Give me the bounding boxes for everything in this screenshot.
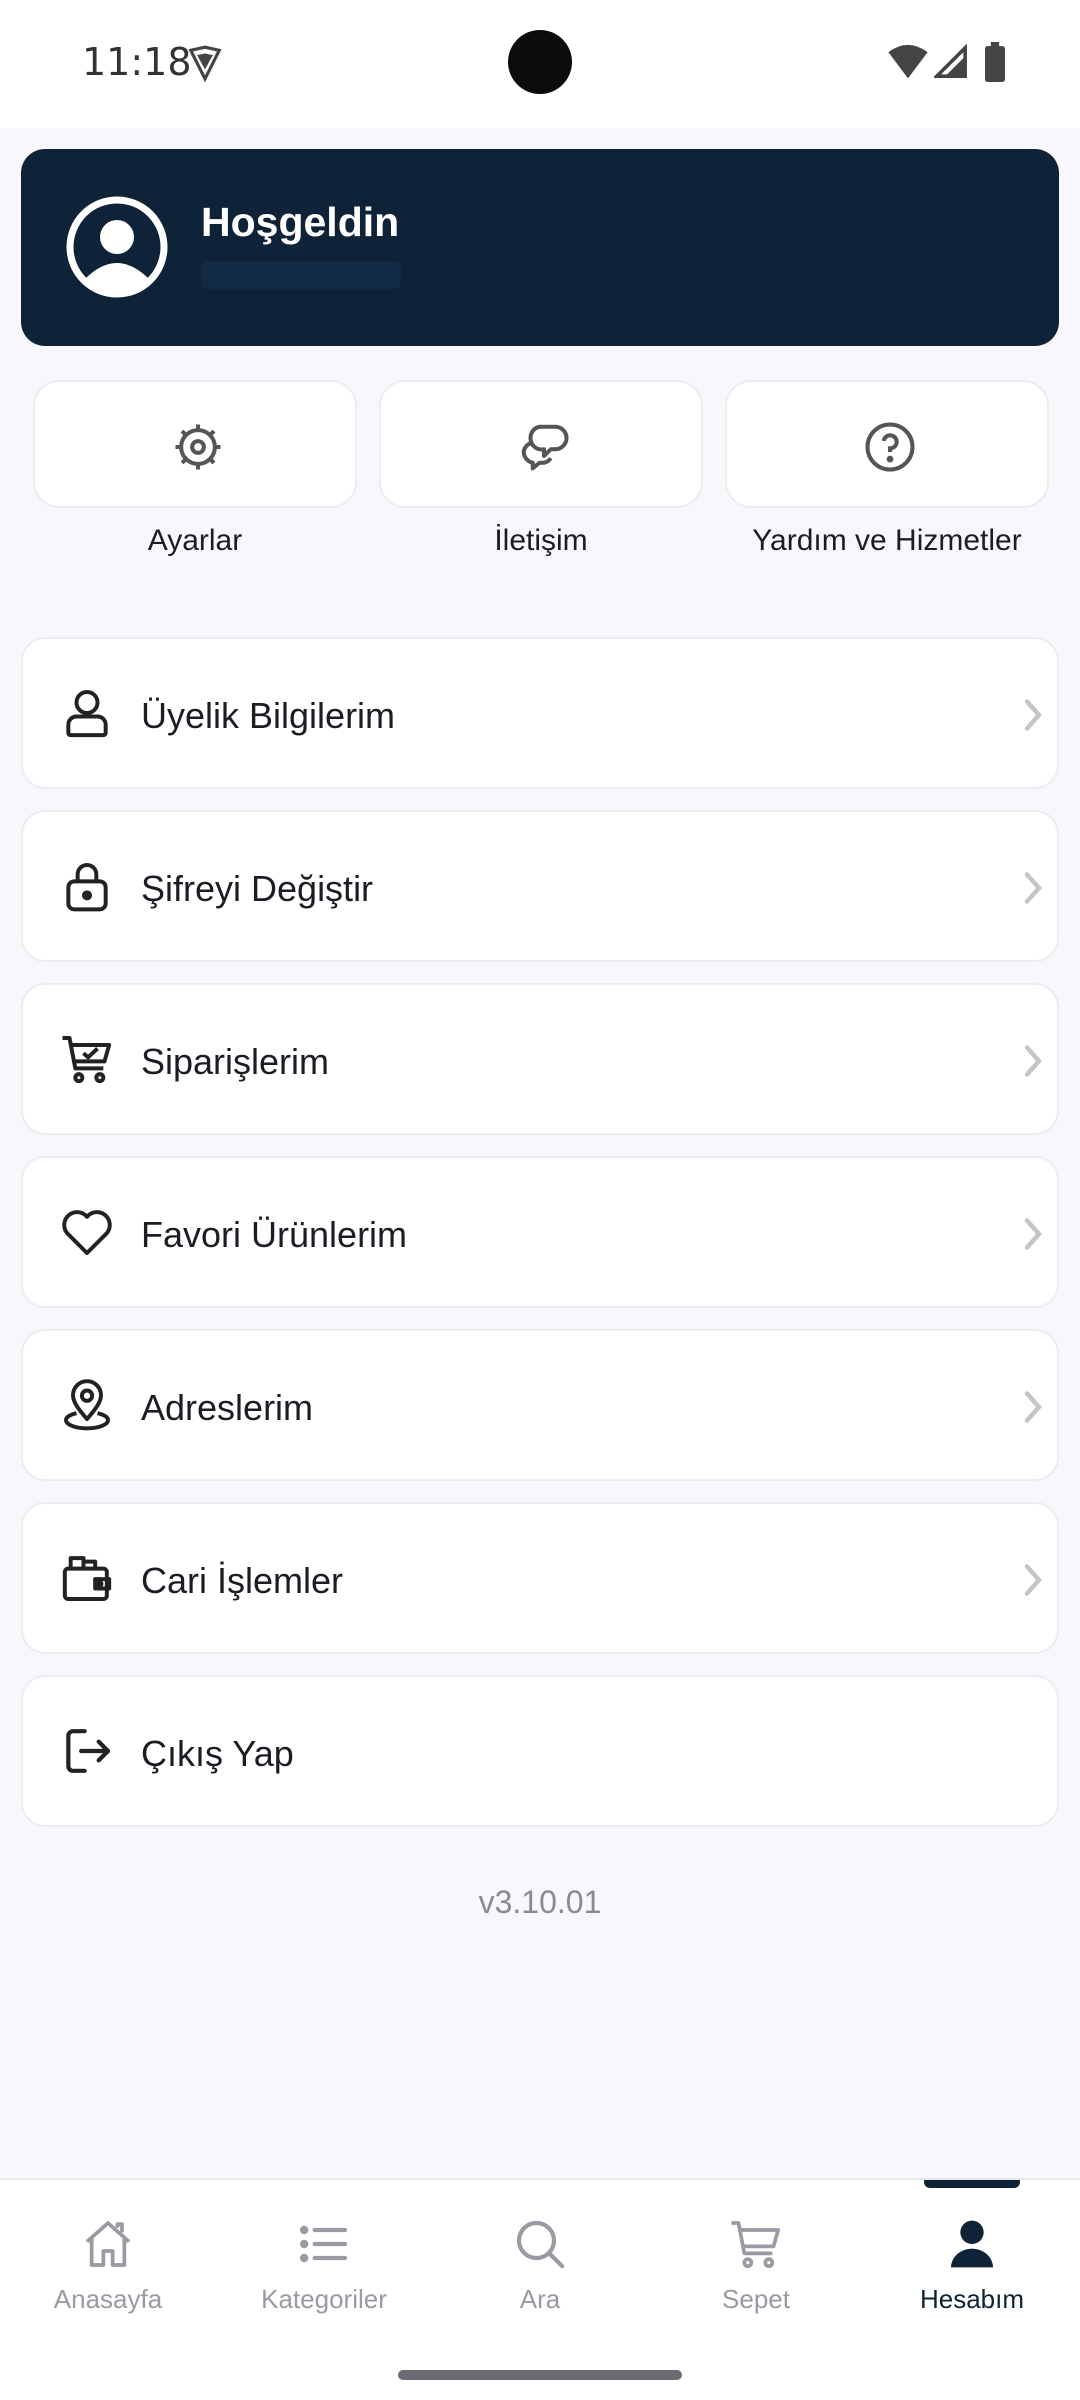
active-tab-indicator bbox=[924, 2180, 1020, 2188]
help-circle-icon bbox=[865, 422, 915, 472]
menu-item-orders[interactable]: Siparişlerim bbox=[21, 983, 1059, 1135]
user-icon bbox=[66, 690, 108, 738]
nav-account[interactable]: Hesabım bbox=[864, 2216, 1080, 2326]
menu-item-favorites[interactable]: Favori Ürünlerim bbox=[21, 1156, 1059, 1308]
wallet-icon bbox=[62, 1556, 112, 1601]
cart-check-icon bbox=[62, 1036, 112, 1084]
welcome-subtitle-placeholder bbox=[201, 261, 401, 289]
contact-label: İletişim bbox=[494, 524, 588, 557]
chat-bubbles-icon bbox=[521, 424, 569, 471]
nav-categories[interactable]: Kategoriler bbox=[216, 2216, 432, 2326]
welcome-title: Hoşgeldin bbox=[201, 199, 400, 245]
lock-icon bbox=[66, 863, 108, 912]
menu-item-change-password[interactable]: Şifreyi Değiştir bbox=[21, 810, 1059, 962]
cart-icon bbox=[731, 2221, 781, 2269]
help-label: Yardım ve Hizmetler bbox=[752, 524, 1022, 557]
contact-tile[interactable] bbox=[379, 380, 703, 508]
gear-icon bbox=[175, 424, 221, 470]
settings-tile[interactable] bbox=[33, 380, 357, 508]
chevron-right-icon bbox=[1024, 872, 1043, 904]
menu-label: Favori Ürünlerim bbox=[141, 1214, 408, 1255]
chevron-right-icon bbox=[1024, 1045, 1043, 1077]
signal-icon bbox=[934, 44, 967, 78]
menu-item-account-transactions[interactable]: Cari İşlemler bbox=[21, 1502, 1059, 1654]
nav-label: Anasayfa bbox=[53, 2284, 163, 2314]
nav-search[interactable]: Ara bbox=[432, 2216, 648, 2326]
location-pin-icon bbox=[64, 1379, 110, 1431]
welcome-card: Hoşgeldin bbox=[21, 149, 1059, 346]
search-icon bbox=[516, 2220, 565, 2269]
bottom-navigation: Anasayfa Kategoriler Ara Sepet Hesabım bbox=[0, 2178, 1080, 2400]
app-version: v3.10.01 bbox=[478, 1884, 602, 1920]
nav-label: Kategoriler bbox=[261, 2284, 387, 2314]
menu-label: Çıkış Yap bbox=[141, 1733, 294, 1774]
nav-label: Sepet bbox=[722, 2284, 790, 2314]
menu-label: Siparişlerim bbox=[141, 1041, 330, 1082]
menu-item-addresses[interactable]: Adreslerim bbox=[21, 1329, 1059, 1481]
menu-item-membership[interactable]: Üyelik Bilgilerim bbox=[21, 637, 1059, 789]
settings-label: Ayarlar bbox=[147, 524, 243, 557]
nav-home[interactable]: Anasayfa bbox=[0, 2216, 216, 2326]
nav-cart[interactable]: Sepet bbox=[648, 2216, 864, 2326]
chevron-right-icon bbox=[1024, 699, 1043, 731]
gesture-home-handle[interactable] bbox=[398, 2370, 682, 2380]
menu-label: Üyelik Bilgilerim bbox=[141, 695, 396, 736]
list-icon bbox=[299, 2225, 348, 2263]
avatar-icon[interactable] bbox=[65, 195, 169, 299]
chevron-right-icon bbox=[1024, 1564, 1043, 1596]
vpn-shield-icon bbox=[188, 45, 222, 82]
status-bar: 11:18 bbox=[0, 0, 1080, 128]
wifi-icon bbox=[888, 44, 928, 79]
heart-icon bbox=[62, 1210, 112, 1255]
chevron-right-icon bbox=[1024, 1391, 1043, 1423]
menu-label: Şifreyi Değiştir bbox=[141, 868, 374, 909]
camera-cutout bbox=[508, 30, 572, 94]
battery-icon bbox=[985, 42, 1005, 82]
menu-item-logout[interactable]: Çıkış Yap bbox=[21, 1675, 1059, 1827]
nav-label: Ara bbox=[519, 2284, 561, 2314]
account-icon bbox=[951, 2220, 993, 2268]
help-tile[interactable] bbox=[725, 380, 1049, 508]
nav-label: Hesabım bbox=[919, 2284, 1025, 2314]
chevron-right-icon bbox=[1024, 1218, 1043, 1250]
menu-label: Adreslerim bbox=[141, 1387, 314, 1428]
menu-label: Cari İşlemler bbox=[141, 1560, 344, 1601]
status-time: 11:18 bbox=[82, 40, 192, 84]
home-icon bbox=[85, 2221, 131, 2267]
logout-icon bbox=[66, 1729, 111, 1773]
